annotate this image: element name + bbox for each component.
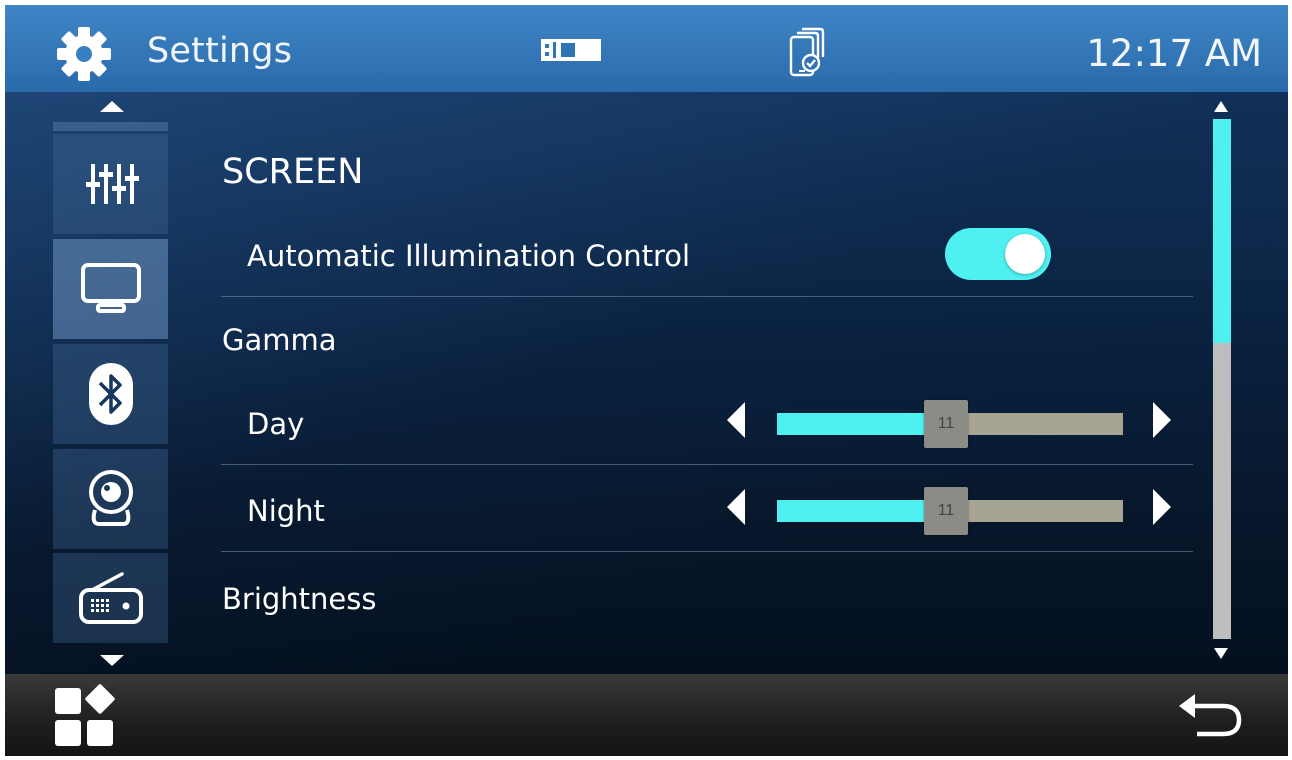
sidebar-item-radio[interactable]	[53, 553, 168, 643]
sidebar-scroll-up-icon[interactable]	[100, 101, 124, 112]
auto-illumination-toggle[interactable]	[945, 228, 1051, 280]
clock: 12:17 AM	[1086, 32, 1262, 75]
head-unit-screen: Settings 12:17 AM SCREEN Automatic Illum…	[5, 5, 1288, 756]
page-title: Settings	[147, 31, 293, 71]
display-icon	[80, 263, 141, 313]
gamma-day-label: Day	[247, 407, 305, 441]
sidebar-item-display[interactable]	[53, 239, 168, 339]
gamma-night-slider[interactable]: 11	[777, 487, 1123, 535]
scroll-down-icon[interactable]	[1214, 648, 1228, 659]
camera-icon	[88, 470, 133, 526]
equalizer-icon	[85, 164, 139, 204]
gamma-label: Gamma	[222, 323, 337, 357]
slider-thumb[interactable]: 11	[924, 487, 968, 535]
gamma-day-increase-icon[interactable]	[1153, 402, 1171, 438]
sidebar-item-equalizer[interactable]	[53, 134, 168, 234]
scrollbar[interactable]	[1213, 119, 1231, 639]
gamma-day-slider[interactable]: 11	[777, 400, 1123, 448]
scrollbar-thumb[interactable]	[1213, 119, 1231, 343]
brightness-label: Brightness	[222, 582, 377, 616]
footer-bar	[5, 674, 1288, 756]
scroll-up-icon[interactable]	[1214, 101, 1228, 112]
sidebar-item-camera[interactable]	[53, 449, 168, 549]
main-content: SCREEN Automatic Illumination Control Ga…	[5, 92, 1288, 674]
header-bar: Settings 12:17 AM	[5, 5, 1288, 92]
bluetooth-icon	[88, 363, 133, 425]
radio-icon	[78, 572, 143, 624]
divider	[221, 464, 1193, 465]
gamma-night-decrease-icon[interactable]	[727, 489, 745, 525]
slider-fill	[777, 413, 940, 435]
phone-sync-icon	[789, 27, 825, 77]
section-title: SCREEN	[222, 152, 364, 192]
toggle-knob	[1005, 234, 1045, 274]
back-icon[interactable]	[1175, 690, 1245, 740]
auto-illumination-label: Automatic Illumination Control	[247, 239, 691, 273]
gamma-night-label: Night	[247, 494, 325, 528]
apps-icon[interactable]	[53, 684, 119, 750]
gamma-day-decrease-icon[interactable]	[727, 402, 745, 438]
sidebar-partial-item	[53, 122, 168, 131]
divider	[221, 551, 1193, 552]
sidebar-scroll-down-icon[interactable]	[100, 655, 124, 666]
usb-icon	[541, 39, 601, 61]
gamma-night-increase-icon[interactable]	[1153, 489, 1171, 525]
sidebar-item-bluetooth[interactable]	[53, 344, 168, 444]
slider-thumb[interactable]: 11	[924, 400, 968, 448]
slider-fill	[777, 500, 940, 522]
gear-icon[interactable]	[54, 24, 114, 84]
divider	[221, 296, 1193, 297]
